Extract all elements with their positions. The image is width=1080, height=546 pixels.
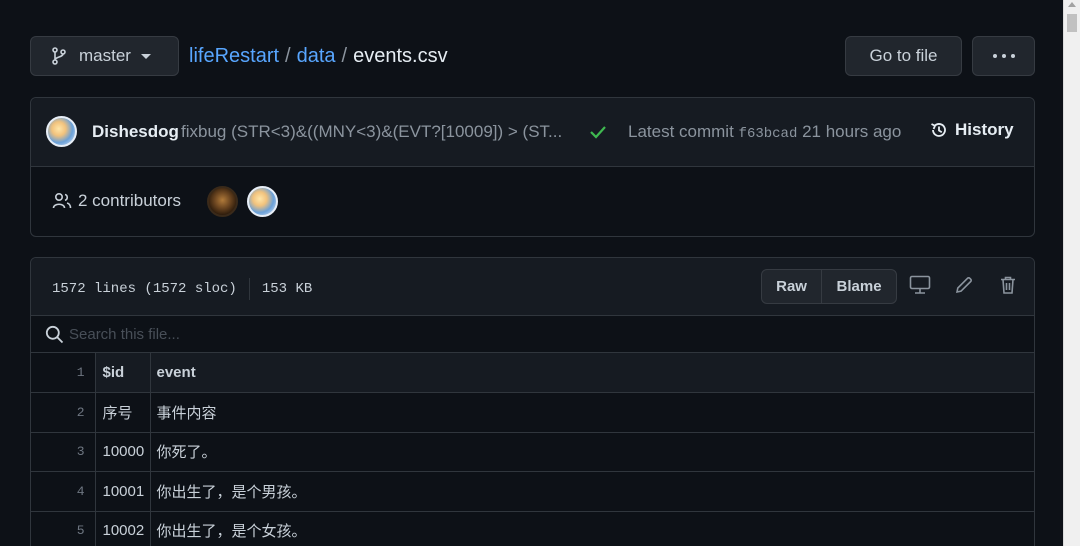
history-label: History xyxy=(955,120,1014,139)
history-link[interactable]: History xyxy=(929,120,1014,140)
chevron-down-icon xyxy=(140,53,151,59)
table-cell: 序号 xyxy=(95,392,151,433)
file-line-count: 1572 lines (1572 sloc) xyxy=(52,281,237,297)
kebab-dot-icon xyxy=(992,54,997,58)
divider xyxy=(248,278,250,300)
commit-message-link[interactable]: fixbug (STR<3)&((MNY<3)&(EVT?[10009]) > … xyxy=(181,122,562,142)
table-cell: 10002 xyxy=(95,511,151,546)
line-number[interactable]: 1 xyxy=(31,353,96,393)
go-to-file-button[interactable]: Go to file xyxy=(845,36,962,76)
avatar[interactable] xyxy=(207,186,238,217)
line-number[interactable]: 5 xyxy=(31,511,96,546)
table-row: 1 $id event xyxy=(31,353,1034,393)
search-icon xyxy=(45,325,64,344)
avatar[interactable] xyxy=(46,116,77,147)
branch-name: master xyxy=(79,46,131,65)
contributors-row: 2 contributors xyxy=(31,167,1034,237)
raw-blame-group: Raw Blame xyxy=(761,269,897,304)
file-size: 153 KB xyxy=(261,281,313,297)
table-row: 5 10002 你出生了，是个女孩。 xyxy=(31,511,1034,546)
contributors-label: 2 contributors xyxy=(78,191,181,210)
line-number[interactable]: 2 xyxy=(31,392,96,433)
file-header: 1572 lines (1572 sloc) 153 KB Raw Blame xyxy=(31,258,1034,316)
commit-box: Dishesdog fixbug (STR<3)&((MNY<3)&(EVT?[… xyxy=(30,97,1035,237)
scroll-up-arrow-icon[interactable] xyxy=(1068,2,1076,7)
breadcrumb-separator: / xyxy=(285,45,291,67)
table-row: 2 序号 事件内容 xyxy=(31,392,1034,433)
breadcrumb: lifeRestart / data / events.csv xyxy=(189,45,448,68)
blame-button[interactable]: Blame xyxy=(822,270,896,303)
table-cell: 事件内容 xyxy=(150,392,1034,433)
pencil-icon[interactable] xyxy=(954,275,974,295)
search-input[interactable] xyxy=(69,322,669,346)
latest-commit-info: Latest commit f63bcad 21 hours ago xyxy=(628,122,901,142)
page-scrollbar[interactable] xyxy=(1063,0,1080,546)
latest-commit-row: Dishesdog fixbug (STR<3)&((MNY<3)&(EVT?[… xyxy=(31,98,1034,167)
raw-button[interactable]: Raw xyxy=(762,270,823,303)
trash-icon[interactable] xyxy=(999,275,1017,295)
commit-sha-link[interactable]: f63bcad xyxy=(739,126,798,142)
branch-select-button[interactable]: master xyxy=(30,36,179,76)
breadcrumb-separator: / xyxy=(341,45,348,67)
file-viewer: 1572 lines (1572 sloc) 153 KB Raw Blame xyxy=(30,257,1035,546)
table-cell: 你死了。 xyxy=(150,432,1034,472)
people-icon xyxy=(52,192,72,209)
table-row: 4 10001 你出生了，是个男孩。 xyxy=(31,471,1034,512)
history-icon xyxy=(931,123,946,137)
table-cell: 你出生了，是个男孩。 xyxy=(150,471,1034,512)
commit-time: 21 hours ago xyxy=(802,122,902,141)
latest-commit-label: Latest commit xyxy=(628,122,734,141)
table-cell: 你出生了，是个女孩。 xyxy=(150,511,1034,546)
csv-table: 1 $id event 2 序号 事件内容 3 10000 你死了。 4 100… xyxy=(31,353,1034,546)
table-cell: 10000 xyxy=(95,432,151,472)
kebab-dot-icon xyxy=(1010,54,1015,58)
breadcrumb-folder-link[interactable]: data xyxy=(297,45,336,68)
file-search-row xyxy=(31,316,1034,353)
avatar[interactable] xyxy=(247,186,278,217)
table-header-cell: $id xyxy=(95,353,151,393)
contributors-link[interactable]: 2 contributors xyxy=(52,191,181,211)
breadcrumb-repo-link[interactable]: lifeRestart xyxy=(189,45,279,68)
file-info: 1572 lines (1572 sloc) 153 KB xyxy=(52,278,312,300)
check-icon[interactable] xyxy=(589,124,607,140)
git-branch-icon xyxy=(52,47,66,65)
kebab-dot-icon xyxy=(1001,54,1006,58)
scrollbar-thumb[interactable] xyxy=(1067,14,1077,32)
line-number[interactable]: 3 xyxy=(31,432,96,472)
line-number[interactable]: 4 xyxy=(31,471,96,512)
breadcrumb-current-file: events.csv xyxy=(353,45,448,67)
commit-author-link[interactable]: Dishesdog xyxy=(92,122,179,142)
table-header-cell: event xyxy=(150,353,1034,393)
more-options-button[interactable] xyxy=(972,36,1035,76)
table-row: 3 10000 你死了。 xyxy=(31,432,1034,472)
table-cell: 10001 xyxy=(95,471,151,512)
desktop-icon[interactable] xyxy=(909,275,931,295)
